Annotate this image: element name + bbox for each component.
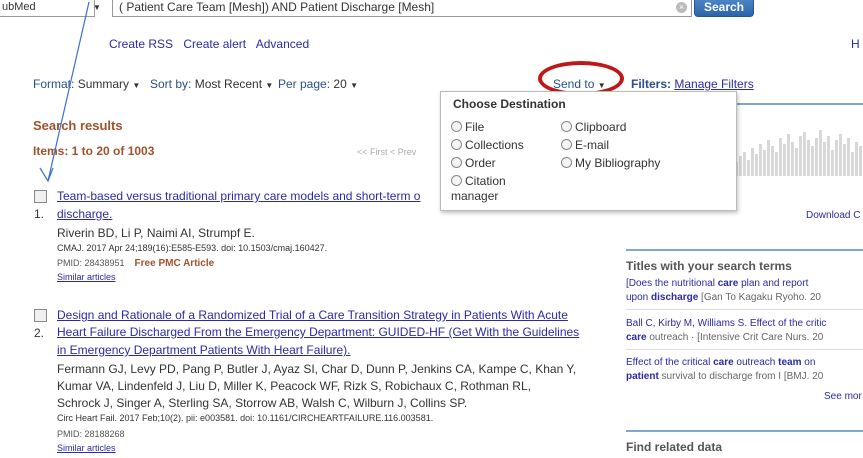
sort-value[interactable]: Most Recent [195, 77, 262, 91]
see-more-link[interactable]: See mor [824, 391, 862, 402]
related-title-2-line1[interactable]: Ball C, Kirby M, Williams S. Effect of t… [626, 318, 826, 329]
database-caret-icon[interactable]: ▼ [93, 3, 101, 12]
radio-icon[interactable] [451, 121, 462, 132]
dest-citation-manager-label[interactable]: manager [451, 189, 498, 203]
clear-search-icon[interactable]: × [676, 2, 687, 13]
radio-icon[interactable] [451, 157, 462, 168]
result-pmid-2: PMID: 28188268 [57, 429, 125, 439]
dest-clipboard-option[interactable]: Clipboard [561, 120, 626, 134]
dest-collections-option[interactable]: Collections [451, 138, 524, 152]
similar-articles-link-1[interactable]: Similar articles [57, 272, 116, 282]
result-citation-2: Circ Heart Fail. 2017 Feb;10(2). pii: e0… [57, 413, 434, 423]
manage-filters-link[interactable]: Manage Filters [674, 77, 753, 91]
result-title-2-line2[interactable]: Heart Failure Discharged From the Emerge… [57, 325, 579, 339]
related-title-3-line1[interactable]: Effect of the critical care outreach tea… [626, 357, 815, 368]
result-number-1: 1. [34, 207, 45, 221]
dest-email-option[interactable]: E-mail [561, 138, 609, 152]
result-title-2-line3[interactable]: in Emergency Department Patients With He… [57, 343, 350, 357]
result-title-1-line2[interactable]: discharge. [57, 207, 112, 221]
sort-selector[interactable]: Sort by: Most Recent ▼ [150, 77, 273, 91]
send-to-dropdown: Choose Destination File Collections Orde… [440, 91, 737, 211]
related-title-3-line2[interactable]: patient survival to discharge from I [BM… [626, 371, 823, 382]
help-link[interactable]: H [851, 37, 860, 51]
create-alert-link[interactable]: Create alert [183, 37, 246, 51]
download-link[interactable]: Download C [806, 210, 860, 221]
sidebar-separator [626, 309, 863, 310]
related-title-1-line2[interactable]: upon discharge [Gan To Kagaku Ryoho. 20 [626, 292, 821, 303]
find-related-heading: Find related data [626, 440, 723, 454]
pager[interactable]: << First < Prev [357, 147, 416, 157]
free-pmc-article-link[interactable]: Free PMC Article [135, 258, 215, 269]
search-results-heading: Search results [33, 118, 123, 133]
result-title-2-line1[interactable]: Design and Rationale of a Randomized Tri… [57, 308, 568, 322]
search-sublinks: Create RSS Create alert Advanced [109, 37, 316, 51]
filters-label: Filters: [631, 77, 672, 91]
filters-bar: Filters: Manage Filters [631, 77, 754, 91]
perpage-selector[interactable]: Per page: 20 ▼ [278, 77, 358, 91]
sort-caret-icon[interactable]: ▼ [265, 81, 273, 90]
result-authors-2-line1: Fermann GJ, Levy PD, Pang P, Butler J, A… [57, 362, 577, 376]
dest-my-bibliography-option[interactable]: My Bibliography [561, 156, 660, 170]
perpage-value[interactable]: 20 [333, 77, 346, 91]
result-number-2: 2. [34, 326, 45, 340]
radio-icon[interactable] [451, 139, 462, 150]
radio-icon[interactable] [451, 175, 462, 186]
result-authors-2-line2: Kumar VA, Lindenfeld J, Liu D, Miller K,… [57, 379, 531, 393]
format-selector[interactable]: Format: Summary ▼ [33, 77, 140, 91]
sidebar-separator-2 [626, 349, 863, 350]
dest-order-option[interactable]: Order [451, 156, 496, 170]
related-title-2-line2[interactable]: care outreach · [Intensive Crit Care Nur… [626, 332, 823, 343]
format-label: Format: [33, 77, 75, 91]
create-rss-link[interactable]: Create RSS [109, 37, 173, 51]
dest-citation-option[interactable]: Citation [451, 174, 506, 188]
database-select[interactable]: ubMed [0, 0, 95, 17]
radio-icon[interactable] [561, 121, 572, 132]
result-checkbox-2[interactable] [34, 309, 47, 322]
similar-articles-link-2[interactable]: Similar articles [57, 443, 116, 453]
result-checkbox-1[interactable] [34, 190, 47, 203]
result-authors-2-line3: Schrock J, Singer A, Sterling SA, Storro… [57, 396, 468, 410]
results-histogram[interactable] [735, 126, 863, 176]
result-title-1-line1[interactable]: Team-based versus traditional primary ca… [57, 189, 420, 203]
radio-icon[interactable] [561, 139, 572, 150]
items-count: Items: 1 to 20 of 1003 [33, 144, 155, 158]
result-authors-1: Riverin BD, Li P, Naimi AI, Strumpf E. [57, 226, 255, 240]
sort-label: Sort by: [150, 77, 192, 91]
perpage-label: Per page: [278, 77, 331, 91]
format-caret-icon[interactable]: ▼ [132, 81, 140, 90]
titles-heading: Titles with your search terms [626, 259, 792, 273]
sidebar-divider-2 [626, 249, 863, 251]
sidebar-divider-3 [626, 430, 863, 432]
choose-destination-title: Choose Destination [453, 97, 566, 111]
search-input[interactable]: ( Patient Care Team [Mesh]) AND Patient … [112, 0, 692, 17]
search-button[interactable]: Search [694, 0, 754, 17]
related-title-1-line1[interactable]: [Does the nutritional care plan and repo… [626, 278, 808, 289]
perpage-caret-icon[interactable]: ▼ [350, 81, 358, 90]
radio-icon[interactable] [561, 157, 572, 168]
result-citation-1: CMAJ. 2017 Apr 24;189(16):E585-E593. doi… [57, 243, 328, 253]
advanced-link[interactable]: Advanced [256, 37, 309, 51]
dest-file-option[interactable]: File [451, 120, 484, 134]
result-pmid-1: PMID: 28438951 Free PMC Article [57, 258, 215, 269]
format-value[interactable]: Summary [78, 77, 129, 91]
